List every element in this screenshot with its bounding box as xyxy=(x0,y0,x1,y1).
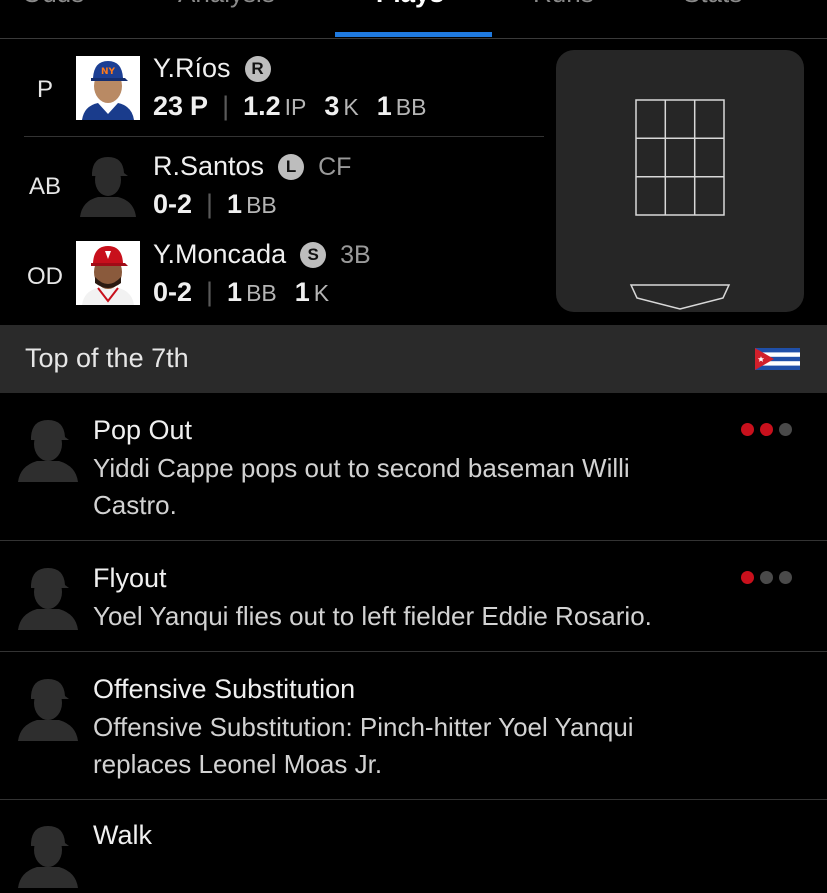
on-deck-name[interactable]: Y.Moncada xyxy=(153,239,286,269)
hits-at-bats: 0-2 xyxy=(153,189,193,219)
pitch-count: 23 xyxy=(153,91,184,121)
outs-indicator xyxy=(741,423,792,436)
player-silhouette-icon xyxy=(14,564,82,630)
out-dot xyxy=(741,423,754,436)
pitcher-stats: 23 P | 1.2 IP 3 K 1 BB xyxy=(153,91,426,122)
play-description: Offensive Substitution: Pinch-hitter Yoe… xyxy=(93,712,634,779)
tab-plays[interactable]: Plays xyxy=(376,0,444,9)
batter-row[interactable]: AB R.Santos L CF 0-2 | 1 BB xyxy=(0,137,545,227)
tab-odds[interactable]: Odds xyxy=(22,0,84,9)
bb-unit: BB xyxy=(246,280,277,306)
play-item-flyout[interactable]: Flyout Yoel Yanqui flies out to left fie… xyxy=(0,541,827,652)
out-dot xyxy=(760,571,773,584)
out-dot xyxy=(760,423,773,436)
play-description: Yiddi Cappe pops out to second baseman W… xyxy=(93,453,630,520)
strike-zone-icon xyxy=(629,99,731,310)
throws-badge: R xyxy=(244,56,271,82)
stat-separator: | xyxy=(206,277,214,307)
stat-separator: | xyxy=(206,189,214,219)
play-title: Flyout xyxy=(93,563,167,593)
walks: 1 xyxy=(376,91,392,121)
batter-headshot-placeholder xyxy=(76,153,140,217)
player-silhouette-icon xyxy=(14,822,82,888)
tab-runs[interactable]: Runs xyxy=(533,0,594,9)
inning-header: Top of the 7th xyxy=(0,325,827,393)
out-dot xyxy=(741,571,754,584)
ip-unit: IP xyxy=(284,94,307,120)
pitcher-headshot: NY xyxy=(76,56,140,120)
batter-name-line: R.Santos L CF xyxy=(153,151,351,182)
bats-badge: L xyxy=(278,154,305,180)
strikeouts: 1 xyxy=(294,277,310,307)
hits-at-bats: 0-2 xyxy=(153,277,193,307)
player-silhouette-icon xyxy=(14,675,82,741)
k-unit: K xyxy=(343,94,359,120)
tab-analysis[interactable]: Analysis xyxy=(178,0,275,9)
active-tab-indicator xyxy=(335,32,492,37)
bb-unit: BB xyxy=(246,192,277,218)
cuba-flag-icon xyxy=(755,348,800,370)
on-deck-stats: 0-2 | 1 BB 1 K xyxy=(153,277,329,308)
matchup-panel: P NY Y.RíosR 23P|1.2IP3K1BB AB xyxy=(0,39,827,325)
pitcher-row[interactable]: P NY Y.Ríos R 23 P | 1.2 IP 3 K 1 BB xyxy=(0,39,545,137)
play-title: Offensive Substitution xyxy=(93,674,356,704)
batter-stats: 0-2 | 1 BB xyxy=(153,189,277,220)
inning-label: Top of the 7th xyxy=(25,343,189,373)
innings-pitched: 1.2 xyxy=(243,91,281,121)
batter-name[interactable]: R.Santos xyxy=(153,151,264,181)
play-item-offensive-substitution[interactable]: Offensive Substitution Offensive Substit… xyxy=(0,652,827,800)
out-dot xyxy=(779,571,792,584)
play-item-pop-out[interactable]: Pop Out Yiddi Cappe pops out to second b… xyxy=(0,393,827,541)
bb-unit: BB xyxy=(395,94,427,120)
play-item-walk[interactable]: Walk xyxy=(0,800,827,888)
stat-separator: | xyxy=(222,91,230,121)
svg-text:NY: NY xyxy=(101,67,116,77)
walks: 1 xyxy=(227,277,243,307)
on-deck-position: 3B xyxy=(340,241,371,269)
play-description: Yoel Yanqui flies out to left fielder Ed… xyxy=(93,601,652,631)
player-silhouette-icon xyxy=(14,416,82,482)
tab-stats[interactable]: Stats xyxy=(683,0,742,9)
on-deck-name-line: Y.Moncada S 3B xyxy=(153,239,371,270)
pitcher-name-line: Y.Ríos R xyxy=(153,53,271,84)
batter-position: CF xyxy=(318,153,352,181)
strike-zone-card[interactable] xyxy=(556,50,804,312)
on-deck-row[interactable]: OD Y.Moncada S 3B 0-2 | 1 BB 1 K xyxy=(0,227,545,317)
play-title: Walk xyxy=(93,820,152,850)
play-title: Pop Out xyxy=(93,415,193,445)
outs-indicator xyxy=(741,571,792,584)
walks: 1 xyxy=(227,189,243,219)
tab-bar: Odds Analysis Plays Runs Stats xyxy=(0,0,827,39)
bats-badge: S xyxy=(300,242,327,268)
strikeouts: 3 xyxy=(324,91,340,121)
on-deck-headshot xyxy=(76,241,140,305)
pitcher-name[interactable]: Y.Ríos xyxy=(153,53,231,83)
k-unit: K xyxy=(313,280,330,306)
pitch-count-unit: P xyxy=(190,91,209,121)
out-dot xyxy=(779,423,792,436)
